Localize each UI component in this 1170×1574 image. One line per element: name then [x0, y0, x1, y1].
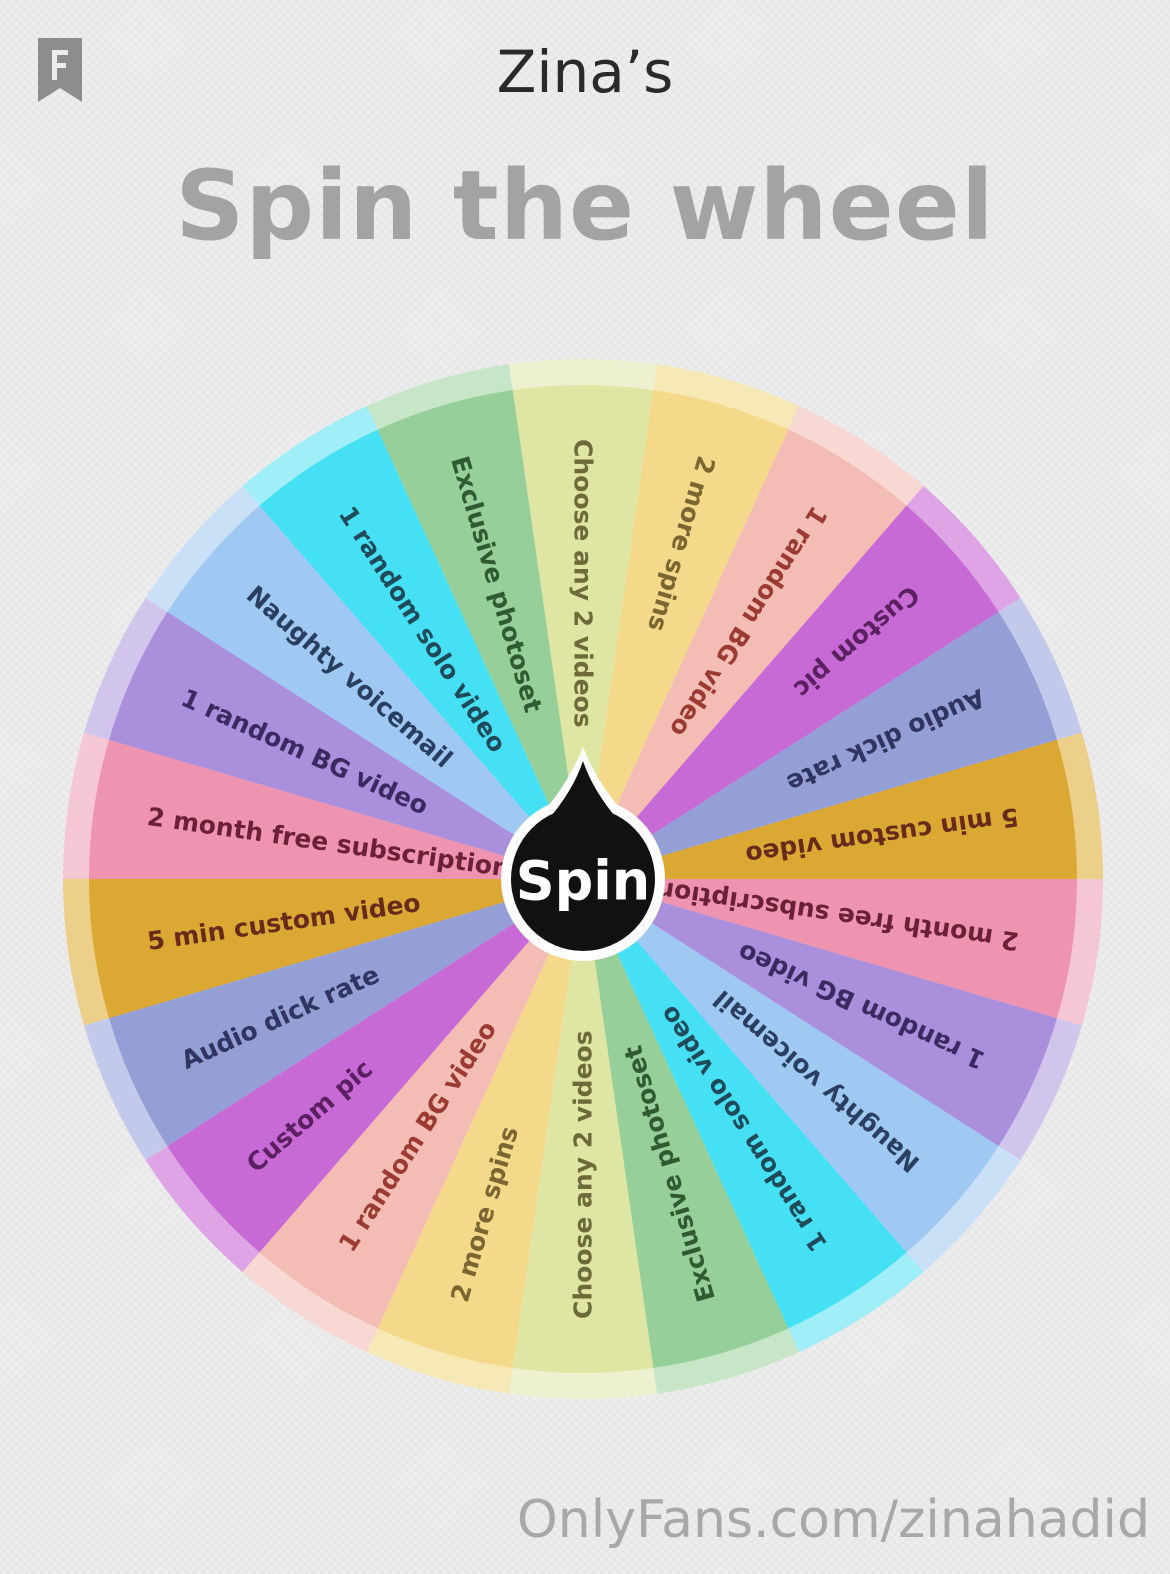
wheel-segment-label: Choose any 2 videos [569, 1030, 598, 1319]
prize-wheel[interactable]: Choose any 2 videos 2 more spins 1 random … [62, 358, 1104, 1400]
page-title: Spin the wheel [175, 150, 995, 262]
wheel-segment-label: Choose any 2 videos [569, 439, 598, 728]
wheel-graphic[interactable]: Choose any 2 videos 2 more spins1 random … [62, 358, 1104, 1400]
spin-button-label[interactable]: Spin [516, 850, 651, 913]
footer-watermark: OnlyFans.com/zinahadid [516, 1490, 1150, 1550]
header-title: Zina’s [496, 38, 674, 106]
